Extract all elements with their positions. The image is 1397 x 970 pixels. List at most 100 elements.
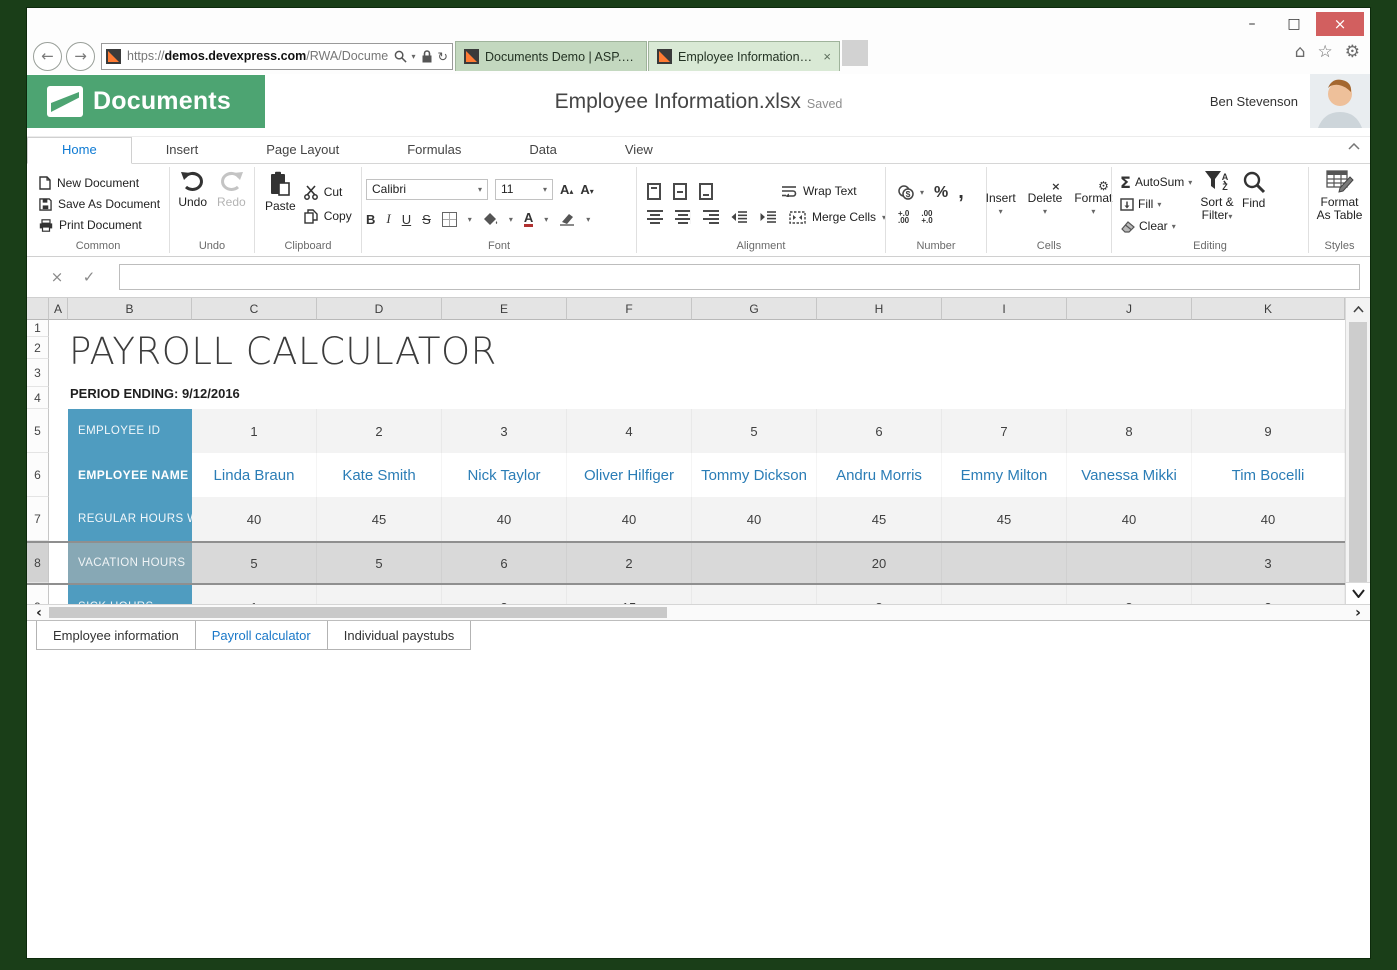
horizontal-scroll-thumb[interactable] — [49, 607, 667, 618]
increase-indent-button[interactable] — [760, 211, 777, 223]
cell[interactable]: Tommy Dickson — [692, 453, 817, 497]
select-all-corner[interactable] — [27, 298, 49, 320]
cell[interactable]: 45 — [942, 497, 1067, 541]
scroll-down-button[interactable] — [1346, 582, 1370, 604]
ribbon-tab-formulas[interactable]: Formulas — [373, 138, 495, 163]
home-icon[interactable]: ⌂ — [1295, 42, 1306, 62]
refresh-icon[interactable]: ↻ — [438, 49, 448, 64]
cell[interactable]: 9 — [1192, 409, 1345, 453]
column-header[interactable]: K — [1192, 298, 1345, 320]
user-avatar[interactable] — [1310, 74, 1370, 128]
cell[interactable]: Vanessa Mikki — [1067, 453, 1192, 497]
comma-style-button[interactable]: , — [958, 181, 964, 204]
row-label-cell[interactable]: VACATION HOURS — [68, 543, 192, 583]
browser-tab-documents-demo[interactable]: Documents Demo | ASP.NET C... — [455, 41, 647, 71]
merge-cells-button[interactable]: Merge Cells ▾ — [789, 208, 886, 226]
ribbon-tab-home[interactable]: Home — [27, 137, 132, 164]
borders-button[interactable] — [442, 212, 457, 227]
minimize-button[interactable]: – — [1232, 12, 1272, 36]
cell[interactable]: 45 — [317, 497, 442, 541]
scroll-left-button[interactable]: ‹ — [29, 605, 49, 620]
favorites-star-icon[interactable]: ☆ — [1318, 42, 1333, 62]
delete-cells-button[interactable]: × Delete ▾ — [1028, 168, 1063, 240]
highlight-button[interactable] — [559, 212, 575, 226]
format-as-table-button[interactable]: FormatAs Table — [1317, 168, 1363, 240]
column-header[interactable]: G — [692, 298, 817, 320]
close-button[interactable]: × — [1316, 12, 1364, 36]
undo-button[interactable]: Undo — [178, 168, 207, 240]
column-header[interactable]: H — [817, 298, 942, 320]
user-block[interactable]: Ben Stevenson — [1210, 74, 1370, 128]
cell[interactable] — [49, 585, 68, 604]
search-icon[interactable] — [394, 50, 407, 63]
strikethrough-button[interactable]: S — [422, 212, 431, 227]
cell[interactable]: 8 — [1067, 409, 1192, 453]
cell[interactable]: 8 — [1067, 585, 1192, 604]
cell[interactable]: Andru Morris — [817, 453, 942, 497]
insert-cells-button[interactable]: Insert ▾ — [986, 168, 1016, 240]
cell[interactable]: 2 — [1192, 585, 1345, 604]
row-header[interactable]: 2 — [27, 337, 49, 359]
percent-style-button[interactable]: % — [934, 184, 948, 202]
paste-button[interactable]: Paste — [265, 168, 296, 240]
new-document-button[interactable]: New Document — [39, 174, 165, 192]
column-header[interactable]: C — [192, 298, 317, 320]
ribbon-tab-page-layout[interactable]: Page Layout — [232, 138, 373, 163]
address-dropdown-icon[interactable]: ▾ — [412, 52, 416, 61]
cell[interactable]: 15 — [567, 585, 692, 604]
settings-gear-icon[interactable]: ⚙ — [1345, 42, 1360, 62]
sheet-tab-individual-paystubs[interactable]: Individual paystubs — [327, 621, 472, 650]
cell[interactable]: 2 — [567, 543, 692, 583]
format-cells-button[interactable]: ⚙ Format ▾ — [1074, 168, 1112, 240]
align-center-button[interactable] — [675, 210, 691, 224]
cell[interactable]: 40 — [1192, 497, 1345, 541]
sort-filter-button[interactable]: AZ Sort &Filter▾ — [1200, 168, 1233, 240]
cell[interactable]: 2 — [317, 409, 442, 453]
row-header[interactable]: 5 — [27, 409, 49, 453]
cell[interactable]: 40 — [192, 497, 317, 541]
decrease-indent-button[interactable] — [731, 211, 748, 223]
ribbon-collapse-button[interactable] — [1348, 143, 1360, 151]
column-header[interactable]: B — [68, 298, 192, 320]
cell[interactable]: 5 — [692, 409, 817, 453]
vertical-scrollbar[interactable] — [1345, 298, 1370, 604]
cell[interactable]: 20 — [817, 543, 942, 583]
scroll-right-button[interactable]: › — [1348, 605, 1368, 620]
cell[interactable]: Nick Taylor — [442, 453, 567, 497]
back-button[interactable]: ← — [33, 42, 62, 71]
cell[interactable]: Kate Smith — [317, 453, 442, 497]
italic-button[interactable]: I — [386, 211, 390, 227]
cell[interactable]: 8 — [817, 585, 942, 604]
column-header[interactable]: D — [317, 298, 442, 320]
column-header[interactable]: E — [442, 298, 567, 320]
align-bottom-button[interactable] — [699, 183, 713, 200]
wrap-text-button[interactable]: Wrap Text — [781, 182, 857, 200]
cell[interactable] — [1067, 543, 1192, 583]
increase-decimal-button[interactable]: +.0.00 — [898, 210, 909, 224]
formula-input[interactable] — [119, 264, 1360, 290]
cell[interactable]: 2 — [442, 585, 567, 604]
row-label-cell[interactable]: REGULAR HOURS WORKED — [68, 497, 192, 541]
row-header[interactable]: 7 — [27, 497, 49, 541]
ribbon-tab-insert[interactable]: Insert — [132, 138, 233, 163]
autosum-button[interactable]: Σ AutoSum ▾ — [1120, 173, 1192, 192]
decrease-decimal-button[interactable]: .00+.0 — [921, 210, 932, 224]
cell[interactable] — [317, 585, 442, 604]
cell[interactable]: 40 — [692, 497, 817, 541]
sheet-subtitle[interactable]: PERIOD ENDING: 9/12/2016 — [70, 386, 240, 401]
align-top-button[interactable] — [647, 183, 661, 200]
cell[interactable]: 5 — [317, 543, 442, 583]
cell[interactable] — [692, 543, 817, 583]
cell[interactable]: 40 — [567, 497, 692, 541]
save-as-document-button[interactable]: Save As Document — [39, 195, 165, 213]
tab-close-icon[interactable]: × — [823, 49, 831, 64]
bold-button[interactable]: B — [366, 212, 375, 227]
grow-font-button[interactable]: A▴ — [560, 182, 573, 197]
copy-button[interactable]: Copy — [304, 207, 352, 225]
font-family-select[interactable]: Calibri▾ — [366, 179, 488, 200]
sheet-title[interactable]: PAYROLL CALCULATOR — [69, 330, 497, 373]
ribbon-tab-data[interactable]: Data — [495, 138, 590, 163]
fill-button[interactable]: Fill ▾ — [1120, 195, 1192, 214]
cell[interactable]: Tim Bocelli — [1192, 453, 1345, 497]
cell[interactable] — [692, 585, 817, 604]
